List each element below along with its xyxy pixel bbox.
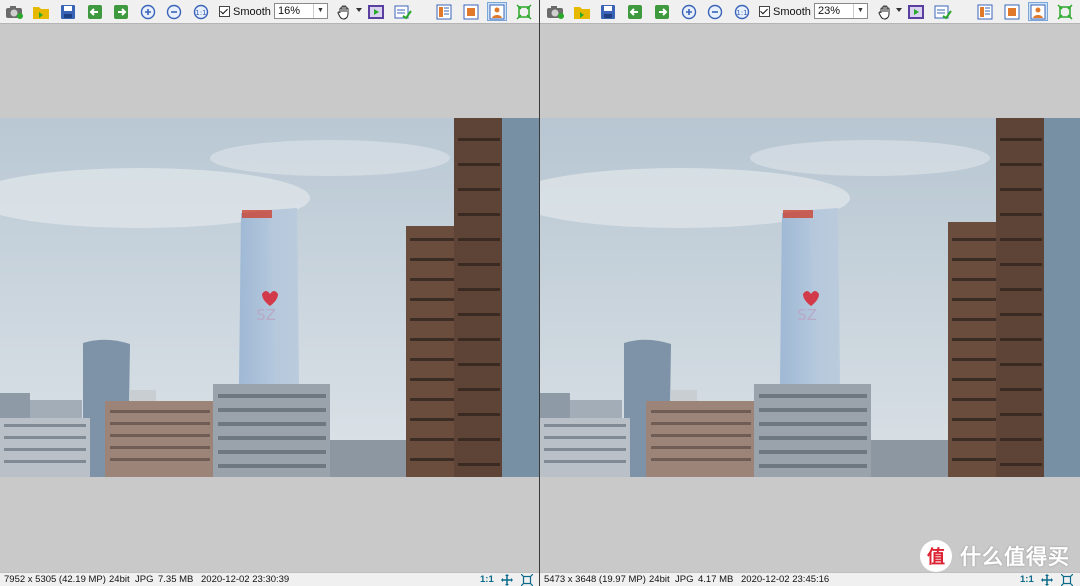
layout-icon[interactable] xyxy=(434,2,454,21)
file-format: JPG xyxy=(135,574,154,585)
file-datetime: 2020-12-02 23:30:39 xyxy=(201,574,290,585)
previous-image-icon[interactable] xyxy=(85,2,105,21)
smooth-checkbox[interactable]: Smooth xyxy=(219,4,271,19)
chevron-down-icon[interactable]: ▼ xyxy=(853,4,867,18)
camera-icon[interactable] xyxy=(545,2,565,21)
hand-menu-caret-icon[interactable] xyxy=(356,8,362,12)
status-bar: 7952 x 5305 (42.19 MP) 24bit JPG 7.35 MB… xyxy=(0,572,539,586)
file-size: 7.35 MB xyxy=(158,574,194,585)
image-dimensions: 5473 x 3648 (19.97 MP) xyxy=(544,574,646,585)
save-icon[interactable] xyxy=(58,2,78,21)
checkbox-checked-icon xyxy=(759,6,770,17)
tower-logo-text: SZ xyxy=(256,306,276,324)
zoom-value: 16% xyxy=(278,5,301,17)
zoom-select[interactable]: 16% ▼ xyxy=(274,3,328,19)
image-view-icon[interactable] xyxy=(1028,2,1048,21)
hand-pan-icon[interactable] xyxy=(875,2,895,21)
photo-canvas[interactable]: SZ xyxy=(540,118,1080,477)
zoom-value: 23% xyxy=(818,5,841,17)
tower-logo-text: SZ xyxy=(797,306,817,324)
next-image-icon[interactable] xyxy=(111,2,131,21)
zoom-in-icon[interactable] xyxy=(679,2,699,21)
edit-icon[interactable] xyxy=(393,2,413,21)
layout-icon[interactable] xyxy=(1002,2,1022,21)
hand-pan-icon[interactable] xyxy=(334,2,354,21)
open-folder-icon[interactable] xyxy=(31,2,51,21)
pan-arrows-icon[interactable] xyxy=(1041,574,1053,586)
checkbox-checked-icon xyxy=(219,6,230,17)
file-datetime: 2020-12-02 23:45:16 xyxy=(741,574,830,585)
viewer-pane-right: 1:1 Smooth 23% ▼ SZ 值 什么值得买 5473 x 3648 … xyxy=(540,0,1080,586)
fit-screen-icon[interactable] xyxy=(1061,574,1073,586)
watermark-text: 什么值得买 xyxy=(960,546,1070,569)
viewer-pane-left: 1:1 Smooth 16% ▼ SZ 7952 x 5305 (42.19 M… xyxy=(0,0,539,586)
edit-icon[interactable] xyxy=(933,2,953,21)
pan-arrows-icon[interactable] xyxy=(501,574,513,586)
toolbar: 1:1 Smooth 16% ▼ xyxy=(0,0,539,24)
layout-icon[interactable] xyxy=(975,2,995,21)
smooth-checkbox[interactable]: Smooth xyxy=(759,4,811,19)
fit-window-icon[interactable] xyxy=(1055,2,1075,21)
zoom-select[interactable]: 23% ▼ xyxy=(814,3,868,19)
city-skyline-photo: SZ xyxy=(540,118,1080,477)
image-view-icon[interactable] xyxy=(487,2,507,21)
svg-text:1:1: 1:1 xyxy=(195,9,206,17)
chevron-down-icon[interactable]: ▼ xyxy=(313,4,327,18)
save-icon[interactable] xyxy=(598,2,618,21)
toolbar: 1:1 Smooth 23% ▼ xyxy=(540,0,1080,24)
slideshow-icon[interactable] xyxy=(906,2,926,21)
watermark-logo-icon: 值 xyxy=(920,540,952,572)
actual-size-icon[interactable]: 1:1 xyxy=(191,2,211,21)
zoom-ratio[interactable]: 1:1 xyxy=(480,574,494,585)
file-size: 4.17 MB xyxy=(698,574,734,585)
next-image-icon[interactable] xyxy=(652,2,672,21)
zoom-out-icon[interactable] xyxy=(705,2,725,21)
zoom-in-icon[interactable] xyxy=(138,2,158,21)
zoom-out-icon[interactable] xyxy=(164,2,184,21)
bit-depth: 24bit xyxy=(109,574,130,585)
image-dimensions: 7952 x 5305 (42.19 MP) xyxy=(4,574,106,585)
smooth-label: Smooth xyxy=(773,5,811,18)
actual-size-icon[interactable]: 1:1 xyxy=(732,2,752,21)
open-folder-icon[interactable] xyxy=(572,2,592,21)
zoom-ratio[interactable]: 1:1 xyxy=(1020,574,1034,585)
file-format: JPG xyxy=(675,574,694,585)
camera-icon[interactable] xyxy=(4,2,24,21)
layout-icon[interactable] xyxy=(461,2,481,21)
watermark: 值 什么值得买 xyxy=(920,540,1070,572)
svg-text:1:1: 1:1 xyxy=(736,9,747,17)
photo-canvas[interactable]: SZ xyxy=(0,118,539,477)
slideshow-icon[interactable] xyxy=(366,2,386,21)
previous-image-icon[interactable] xyxy=(625,2,645,21)
fit-window-icon[interactable] xyxy=(514,2,534,21)
city-skyline-photo: SZ xyxy=(0,118,539,477)
smooth-label: Smooth xyxy=(233,5,271,18)
hand-menu-caret-icon[interactable] xyxy=(896,8,902,12)
bit-depth: 24bit xyxy=(649,574,670,585)
status-bar: 5473 x 3648 (19.97 MP) 24bit JPG 4.17 MB… xyxy=(540,572,1080,586)
fit-screen-icon[interactable] xyxy=(521,574,533,586)
